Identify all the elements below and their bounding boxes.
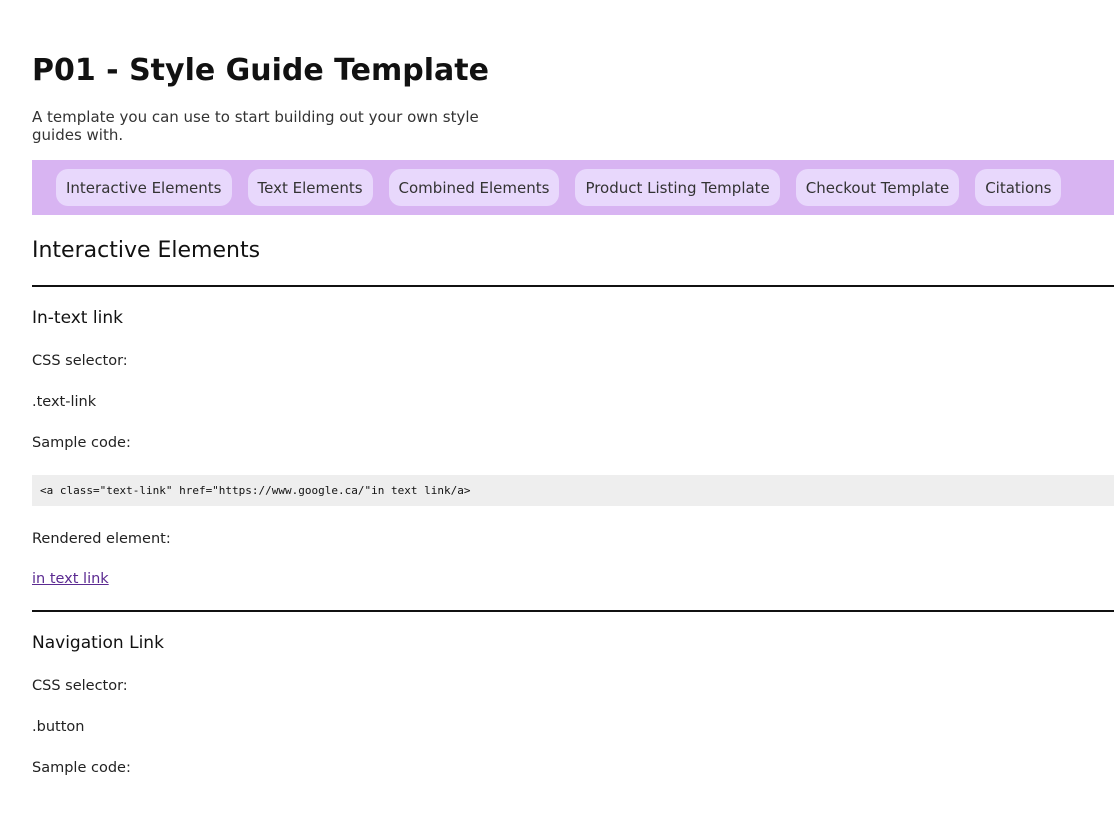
selector-value: .button	[32, 719, 85, 735]
section-title: Interactive Elements	[32, 238, 261, 263]
sample-code-label: Sample code:	[32, 435, 131, 451]
selector-label: CSS selector:	[32, 678, 128, 694]
code-sample: <a class="text-link" href="https://www.g…	[32, 475, 1114, 506]
page-title: P01 - Style Guide Template	[32, 53, 489, 88]
page: P01 - Style Guide Template A template yo…	[0, 0, 1114, 778]
main-nav: Interactive Elements Text Elements Combi…	[32, 160, 1114, 215]
nav-citations[interactable]: Citations	[975, 169, 1062, 206]
divider	[32, 610, 1114, 612]
rendered-label: Rendered element:	[32, 531, 171, 547]
nav-combined-elements[interactable]: Combined Elements	[388, 169, 560, 206]
nav-checkout-template[interactable]: Checkout Template	[795, 169, 960, 206]
selector-value: .text-link	[32, 394, 97, 410]
nav-interactive-elements[interactable]: Interactive Elements	[56, 169, 232, 206]
nav-product-listing-template[interactable]: Product Listing Template	[575, 169, 780, 206]
selector-label: CSS selector:	[32, 353, 128, 369]
sample-text-link[interactable]: in text link	[32, 571, 109, 587]
navigation-link-heading: Navigation Link	[32, 633, 164, 653]
nav-text-elements[interactable]: Text Elements	[247, 169, 373, 206]
divider	[32, 285, 1114, 287]
in-text-link-heading: In-text link	[32, 308, 123, 328]
sample-code-label: Sample code:	[32, 760, 131, 776]
page-subtitle: A template you can use to start building…	[32, 108, 479, 144]
